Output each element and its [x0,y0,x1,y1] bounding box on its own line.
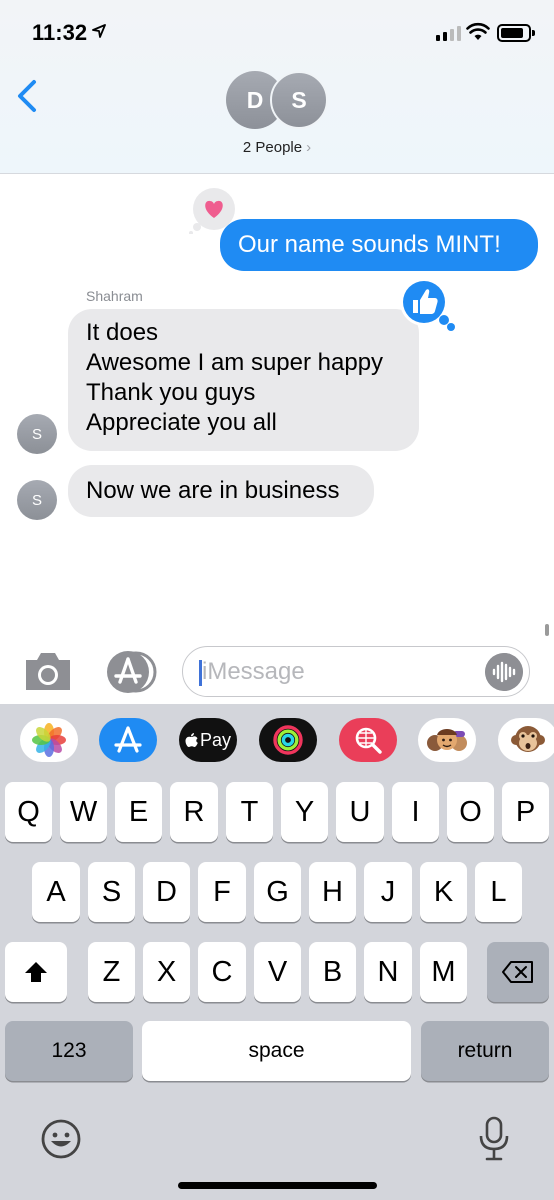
key-l[interactable]: L [475,862,522,922]
sender-avatar[interactable]: S [17,414,57,454]
key-h[interactable]: H [309,862,356,922]
conversation-header: 11:32 D S 2 People › [0,0,554,174]
message-placeholder: iMessage [202,658,305,685]
key-r[interactable]: R [170,782,218,842]
key-a[interactable]: A [32,862,80,922]
camera-icon[interactable] [22,650,74,694]
key-x[interactable]: X [143,942,190,1002]
key-d[interactable]: D [143,862,190,922]
app-store-drawer-icon[interactable] [102,650,158,694]
incoming-message-bubble[interactable]: It does Awesome I am super happy Thank y… [68,309,419,451]
message-line: Thank you guys [86,379,256,406]
key-v[interactable]: V [254,942,301,1002]
location-arrow-icon [92,24,106,38]
back-chevron-icon[interactable] [14,76,44,116]
app-store-icon[interactable] [99,718,157,762]
delete-key[interactable] [487,942,549,1002]
status-time: 11:32 [32,20,88,45]
sender-name: Shahram [86,288,143,304]
image-search-icon[interactable] [339,718,397,762]
participants-link[interactable]: 2 People › [0,139,554,156]
key-e[interactable]: E [115,782,162,842]
key-b[interactable]: B [309,942,356,1002]
apple-pay-label: Pay [199,729,232,750]
chevron-right-icon: › [306,139,312,156]
key-o[interactable]: O [447,782,494,842]
key-f[interactable]: F [198,862,246,922]
home-indicator[interactable] [178,1182,377,1189]
key-s[interactable]: S [88,862,135,922]
key-q[interactable]: Q [5,782,52,842]
space-key[interactable]: space [142,1021,411,1081]
key-k[interactable]: K [420,862,467,922]
cellular-signal-icon [436,26,461,41]
microphone-icon[interactable] [478,1116,510,1162]
apple-logo-icon [185,733,198,747]
audio-message-icon[interactable] [485,653,523,691]
key-c[interactable]: C [198,942,246,1002]
key-j[interactable]: J [364,862,412,922]
return-key[interactable]: return [421,1021,549,1081]
wifi-icon [466,22,490,40]
battery-icon [497,24,535,42]
message-line: It does [86,319,159,346]
key-g[interactable]: G [254,862,301,922]
key-u[interactable]: U [336,782,384,842]
outgoing-message-bubble[interactable]: Our name sounds MINT! [220,219,538,271]
message-line: Now we are in business [86,477,340,504]
numbers-key[interactable]: 123 [5,1021,133,1081]
avatar-s[interactable]: S [270,71,328,129]
key-i[interactable]: I [392,782,439,842]
app-strip: Pay [0,704,554,772]
participants-label: 2 People [242,139,303,156]
backspace-icon [502,961,533,983]
key-z[interactable]: Z [88,942,135,1002]
message-line: Awesome I am super happy [86,349,384,376]
scroll-indicator[interactable] [545,624,549,636]
memoji-icon[interactable] [418,718,476,762]
thumbs-up-tapback-icon[interactable] [398,276,464,336]
key-t[interactable]: T [226,782,273,842]
key-y[interactable]: Y [281,782,328,842]
message-input[interactable]: iMessage [182,646,530,697]
activity-icon[interactable] [259,718,317,762]
key-m[interactable]: M [420,942,467,1002]
sender-avatar[interactable]: S [17,480,57,520]
message-line: Appreciate you all [86,409,277,436]
shift-key[interactable] [5,942,67,1002]
photos-app-icon[interactable] [20,718,78,762]
emoji-icon[interactable] [40,1118,82,1160]
key-w[interactable]: W [60,782,107,842]
incoming-message-bubble[interactable]: Now we are in business [68,465,374,517]
key-n[interactable]: N [364,942,412,1002]
outgoing-message-text: Our name sounds MINT! [238,231,501,258]
key-p[interactable]: P [502,782,549,842]
animoji-monkey-icon[interactable] [498,718,554,762]
shift-arrow-icon [25,962,47,982]
apple-pay-icon[interactable]: Pay [179,718,237,762]
